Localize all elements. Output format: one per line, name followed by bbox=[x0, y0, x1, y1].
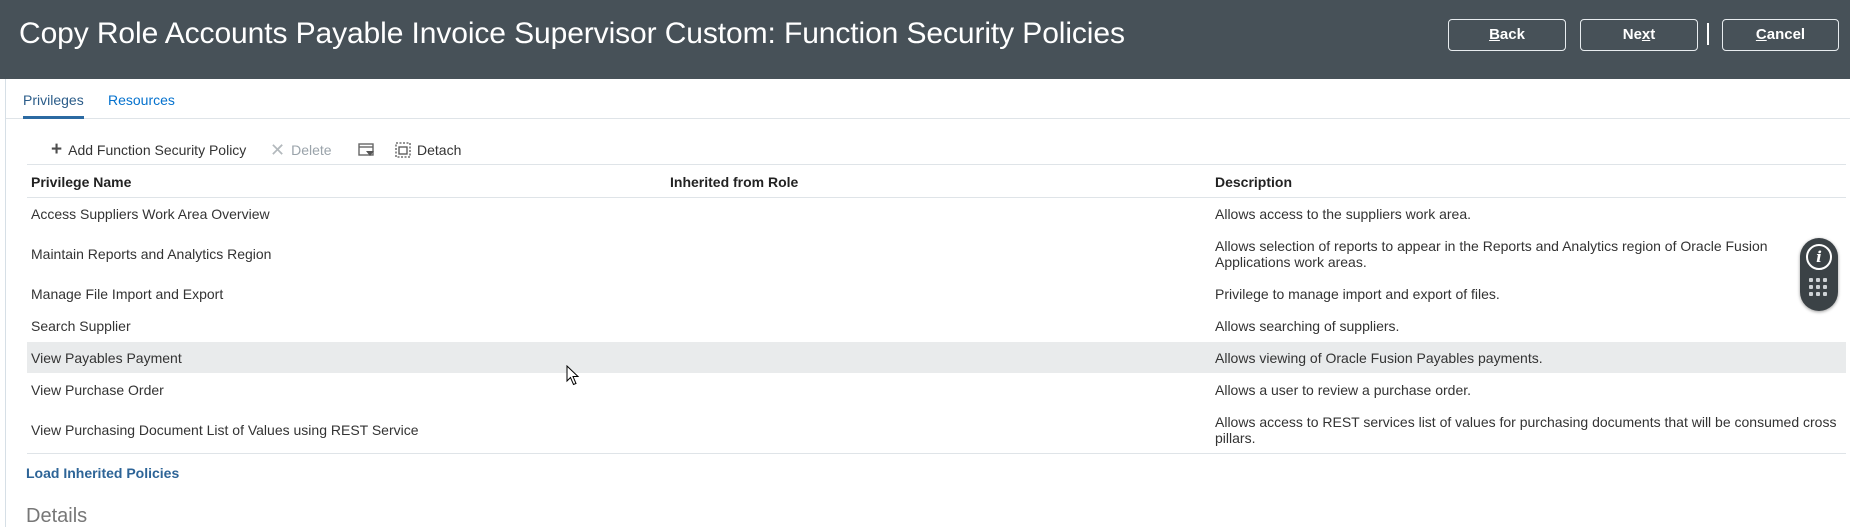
table-row[interactable]: View Purchasing Document List of Values … bbox=[27, 406, 1846, 454]
delete-x-icon: ✕ bbox=[270, 140, 286, 160]
detach-button[interactable]: Detach bbox=[395, 142, 461, 158]
column-header-description[interactable]: Description bbox=[1215, 174, 1292, 190]
next-button[interactable]: Next bbox=[1580, 19, 1698, 51]
column-header-inherited-from-role[interactable]: Inherited from Role bbox=[670, 174, 798, 190]
details-heading: Details bbox=[26, 505, 88, 527]
privilege-name-cell: Search Supplier bbox=[31, 318, 131, 334]
page-header: Copy Role Accounts Payable Invoice Super… bbox=[0, 0, 1850, 79]
column-filter-button[interactable] bbox=[358, 142, 375, 158]
table-row[interactable]: View Purchase Order Allows a user to rev… bbox=[27, 374, 1846, 406]
add-function-security-policy-button[interactable]: + Add Function Security Policy bbox=[51, 139, 246, 160]
load-inherited-policies-link[interactable]: Load Inherited Policies bbox=[26, 465, 179, 481]
mouse-cursor-icon bbox=[566, 365, 580, 386]
table-row[interactable]: Access Suppliers Work Area Overview Allo… bbox=[27, 198, 1846, 230]
privileges-table: Privilege Name Inherited from Role Descr… bbox=[27, 164, 1846, 454]
page-title: Copy Role Accounts Payable Invoice Super… bbox=[19, 17, 1125, 50]
description-cell: Allows a user to review a purchase order… bbox=[1215, 382, 1472, 398]
privilege-name-cell: Access Suppliers Work Area Overview bbox=[31, 206, 270, 222]
privilege-name-cell: View Purchase Order bbox=[31, 382, 164, 398]
column-header-privilege-name[interactable]: Privilege Name bbox=[31, 174, 131, 190]
privilege-name-cell: View Payables Payment bbox=[31, 350, 182, 366]
floating-tools-panel: i bbox=[1800, 238, 1838, 311]
cancel-button[interactable]: Cancel bbox=[1722, 19, 1839, 51]
detach-icon bbox=[395, 142, 411, 158]
description-cell: Allows access to the suppliers work area… bbox=[1215, 206, 1471, 222]
table-row[interactable]: Manage File Import and Export Privilege … bbox=[27, 278, 1846, 310]
description-cell: Allows searching of suppliers. bbox=[1215, 318, 1400, 334]
tab-privileges[interactable]: Privileges bbox=[23, 92, 84, 119]
description-cell: Allows selection of reports to appear in… bbox=[1215, 238, 1768, 270]
tab-bar: Privileges Resources bbox=[6, 79, 1850, 119]
description-cell: Allows viewing of Oracle Fusion Payables… bbox=[1215, 350, 1543, 366]
table-row[interactable]: View Payables Payment Allows viewing of … bbox=[27, 342, 1846, 374]
table-header: Privilege Name Inherited from Role Descr… bbox=[27, 165, 1846, 198]
back-button[interactable]: Back bbox=[1448, 19, 1566, 51]
description-cell: Allows access to REST services list of v… bbox=[1215, 414, 1837, 446]
table-row[interactable]: Search Supplier Allows searching of supp… bbox=[27, 310, 1846, 342]
plus-icon: + bbox=[51, 139, 63, 160]
delete-button[interactable]: ✕ Delete bbox=[270, 140, 332, 160]
header-separator bbox=[1707, 23, 1709, 45]
table-row[interactable]: Maintain Reports and Analytics Region Al… bbox=[27, 230, 1846, 278]
apps-grid-icon[interactable] bbox=[1809, 278, 1829, 298]
description-cell: Privilege to manage import and export of… bbox=[1215, 286, 1500, 302]
tab-resources[interactable]: Resources bbox=[108, 92, 175, 108]
privilege-name-cell: Manage File Import and Export bbox=[31, 286, 224, 302]
main-content: Privileges Resources + Add Function Secu… bbox=[5, 79, 1850, 527]
privilege-name-cell: View Purchasing Document List of Values … bbox=[31, 422, 419, 438]
view-options-icon bbox=[358, 143, 374, 156]
info-icon[interactable]: i bbox=[1806, 244, 1832, 270]
privilege-name-cell: Maintain Reports and Analytics Region bbox=[31, 246, 272, 262]
